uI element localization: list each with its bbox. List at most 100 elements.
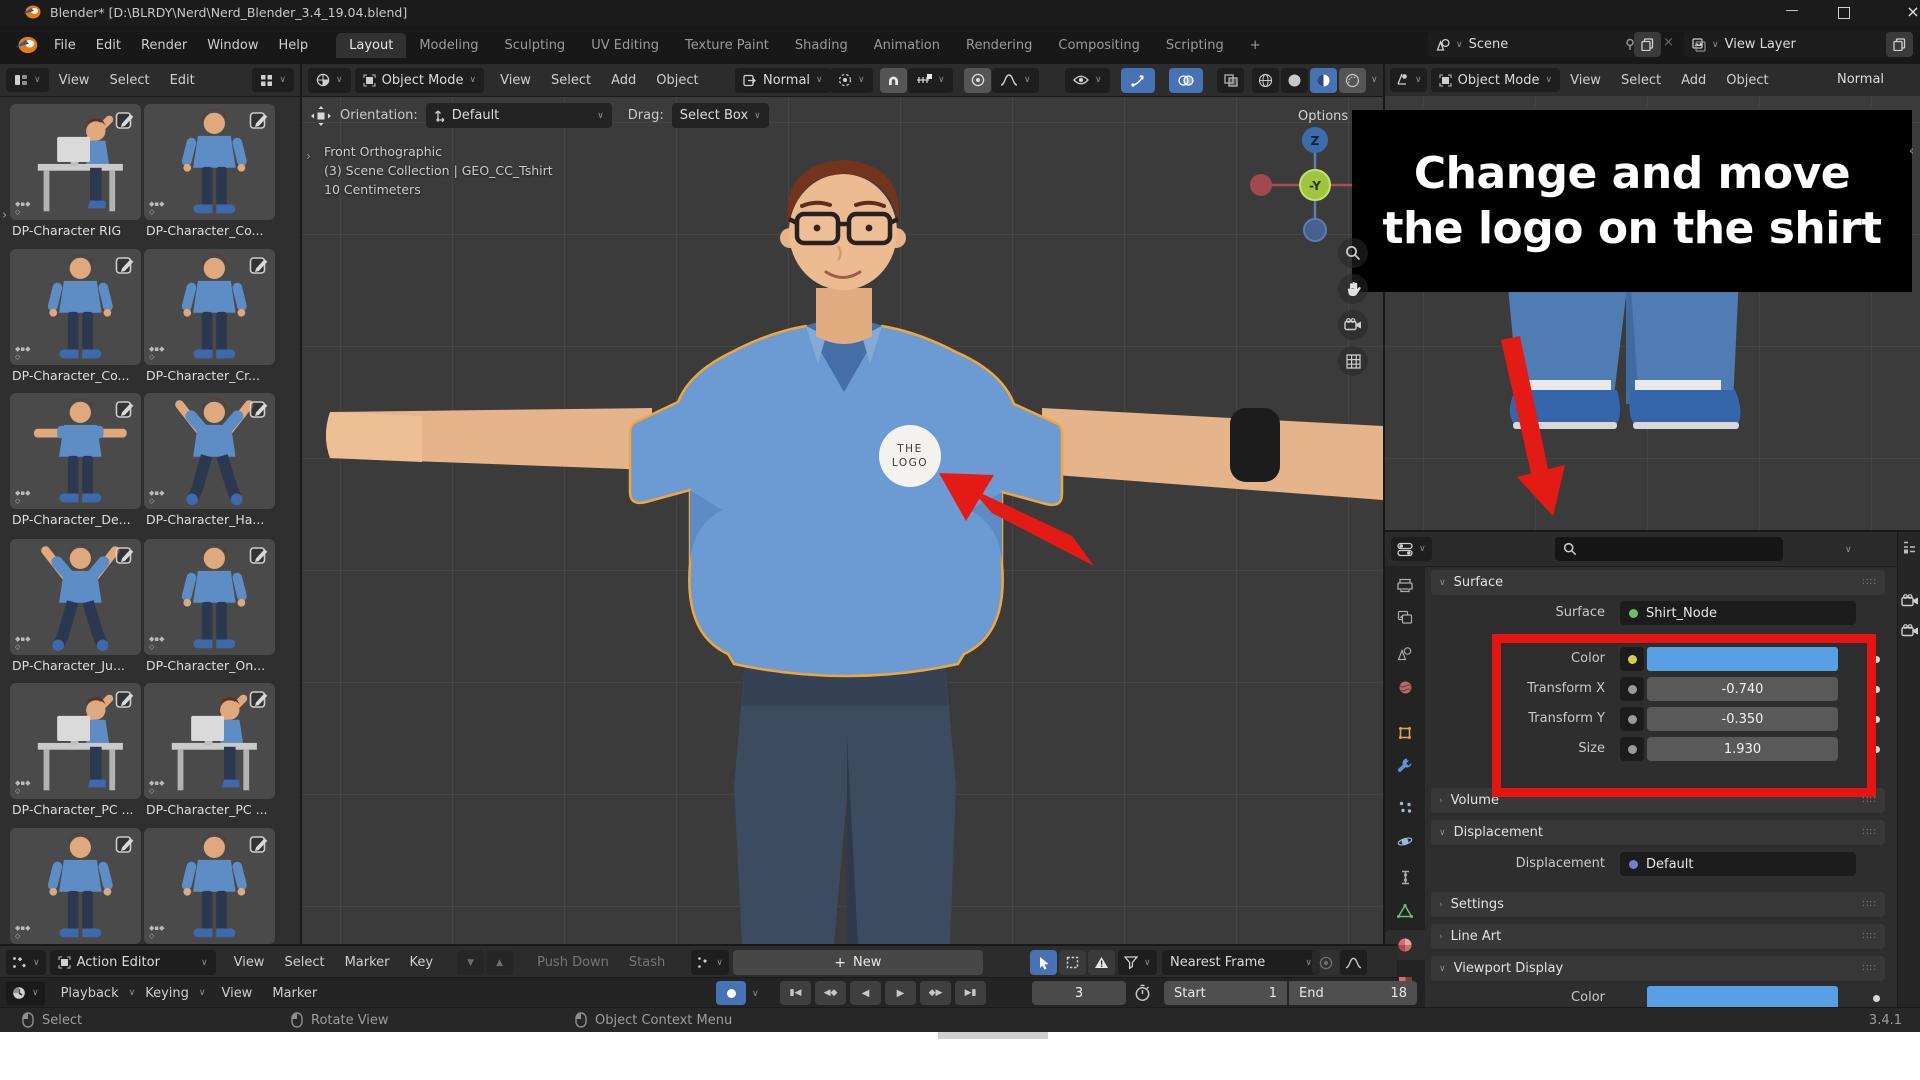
- chevron-down-icon[interactable]: ∨: [752, 989, 759, 999]
- shading-wireframe-button[interactable]: [1252, 68, 1279, 93]
- menu-file[interactable]: File: [44, 38, 86, 53]
- jump-to-end-button[interactable]: ▶▮: [955, 981, 986, 1005]
- dopesheet-menu-view[interactable]: View: [224, 955, 275, 970]
- playback-menu[interactable]: Playback: [51, 986, 129, 1001]
- viewport2-menu-view[interactable]: View: [1560, 73, 1611, 88]
- orientation-default-dropdown[interactable]: Default ∨: [426, 103, 612, 128]
- asset-thumbnail[interactable]: ◆▪◆◇: [144, 828, 275, 944]
- gizmos-toggle[interactable]: [1121, 68, 1155, 93]
- select-tool-button[interactable]: [1030, 950, 1057, 975]
- editor-type-button[interactable]: ∨: [6, 68, 49, 92]
- overlays-toggle[interactable]: [1169, 68, 1203, 93]
- section-grip[interactable]: ∷∷: [1862, 963, 1877, 974]
- section-grip[interactable]: ∷∷: [1862, 899, 1877, 910]
- close-button[interactable]: ×: [1898, 2, 1920, 21]
- viewport-menu-view[interactable]: View: [490, 73, 541, 88]
- next-keyframe-button[interactable]: ◆▶: [920, 981, 951, 1005]
- viewport-menu-select[interactable]: Select: [541, 73, 601, 88]
- editor-type-button[interactable]: ∨: [308, 68, 351, 93]
- tab-object-properties[interactable]: [1385, 718, 1425, 748]
- view-layer-new-button[interactable]: [1886, 32, 1913, 57]
- outliner-icon[interactable]: [1902, 540, 1917, 554]
- editor-type-button[interactable]: ∨: [1391, 537, 1432, 561]
- character-model[interactable]: THE LOGO: [302, 96, 1383, 944]
- display-mode-button[interactable]: ∨: [252, 68, 294, 92]
- size-slider[interactable]: 1.930: [1647, 737, 1838, 761]
- drag-mode-dropdown[interactable]: Select Box ∨: [672, 103, 769, 128]
- scene-selector[interactable]: ∨ Scene: [1428, 32, 1644, 57]
- visibility-dropdown[interactable]: ∨: [1065, 68, 1110, 93]
- timeline-menu-view[interactable]: View: [211, 986, 262, 1001]
- transform-x-socket[interactable]: [1620, 677, 1644, 701]
- menu-window[interactable]: Window: [197, 38, 268, 53]
- dopesheet-menu-key[interactable]: Key: [400, 955, 444, 970]
- section-grip[interactable]: ∷∷: [1862, 931, 1877, 942]
- tab-scripting[interactable]: Scripting: [1153, 33, 1237, 58]
- tab-view-layer-properties[interactable]: [1385, 602, 1425, 632]
- viewport-menu-object[interactable]: Object: [646, 73, 708, 88]
- sidebar-collapse-arrow[interactable]: ‹: [1909, 144, 1914, 159]
- xray-toggle[interactable]: [1217, 68, 1244, 93]
- tab-constraint-properties[interactable]: [1385, 862, 1425, 892]
- view-layer-selector[interactable]: ∨ View Layer: [1684, 32, 1896, 57]
- tab-compositing[interactable]: Compositing: [1045, 33, 1153, 58]
- asset-thumbnail[interactable]: ◆▪◆◇: [144, 104, 275, 220]
- edit-asset-icon[interactable]: [114, 833, 136, 855]
- section-displacement[interactable]: ∨ Displacement ∷∷: [1431, 820, 1885, 845]
- tab-rendering[interactable]: Rendering: [953, 33, 1045, 58]
- animate-dot[interactable]: [1873, 995, 1880, 1002]
- vd-color-swatch[interactable]: [1647, 986, 1838, 1009]
- edit-asset-icon[interactable]: [248, 109, 270, 131]
- asset-thumbnail[interactable]: ◆▪◆◇: [10, 828, 141, 944]
- stash-button[interactable]: Stash: [619, 955, 675, 970]
- section-grip[interactable]: ∷∷: [1862, 577, 1877, 588]
- play-reverse-button[interactable]: ◀: [850, 981, 881, 1005]
- shading-solid-button[interactable]: [1281, 68, 1308, 93]
- action-id-button[interactable]: ∨: [691, 950, 729, 975]
- edit-asset-icon[interactable]: [248, 254, 270, 276]
- section-surface[interactable]: ∨ Surface ∷∷: [1431, 570, 1885, 595]
- zoom-tool-icon[interactable]: [1338, 238, 1368, 268]
- tab-scene-properties[interactable]: [1385, 638, 1425, 668]
- auto-key-toggle[interactable]: [716, 981, 746, 1005]
- tab-uv-editing[interactable]: UV Editing: [578, 33, 672, 58]
- asset-menu-select[interactable]: Select: [99, 73, 159, 88]
- proportional-falloff-dropdown[interactable]: ∨: [992, 68, 1039, 93]
- transform-orientation-dropdown[interactable]: Normal ∨: [735, 68, 831, 93]
- viewport2-menu-add[interactable]: Add: [1671, 73, 1716, 88]
- asset-thumbnail[interactable]: ◆▪◆◇: [144, 393, 275, 509]
- asset-thumbnail[interactable]: ◆▪◆◇: [10, 539, 141, 655]
- blender-logo-icon[interactable]: [14, 35, 38, 55]
- pan-tool-icon[interactable]: [1338, 274, 1368, 304]
- tab-modifier-properties[interactable]: [1385, 750, 1425, 780]
- viewport-menu-add[interactable]: Add: [601, 73, 646, 88]
- section-viewport-display[interactable]: ∨ Viewport Display ∷∷: [1431, 956, 1885, 981]
- prev-keyframe-button[interactable]: ◀◆: [815, 981, 846, 1005]
- edit-asset-icon[interactable]: [248, 398, 270, 420]
- animate-dot[interactable]: [1873, 686, 1880, 693]
- maximize-button[interactable]: [1838, 7, 1850, 23]
- tab-sculpting[interactable]: Sculpting: [491, 33, 578, 58]
- size-socket[interactable]: [1620, 737, 1644, 761]
- stopwatch-icon[interactable]: [1134, 984, 1151, 1002]
- edit-asset-icon[interactable]: [248, 833, 270, 855]
- jump-to-start-button[interactable]: ▮◀: [780, 981, 811, 1005]
- edit-asset-icon[interactable]: [114, 109, 136, 131]
- viewport2-menu-select[interactable]: Select: [1611, 73, 1671, 88]
- surface-node-dropdown[interactable]: Shirt_Node: [1620, 601, 1856, 625]
- editor-type-button[interactable]: ∨: [6, 950, 46, 975]
- add-workspace-button[interactable]: +: [1237, 33, 1274, 58]
- camera-view-icon[interactable]: [1338, 310, 1368, 340]
- keying-menu[interactable]: Keying: [135, 986, 199, 1001]
- start-frame-field[interactable]: Start 1: [1164, 981, 1287, 1005]
- mode-dropdown[interactable]: Object Mode ∨: [1431, 68, 1561, 92]
- asset-thumbnail[interactable]: ◆▪◆◇: [144, 539, 275, 655]
- tab-layout[interactable]: Layout: [336, 33, 406, 58]
- dopesheet-menu-marker[interactable]: Marker: [335, 955, 400, 970]
- box-select-tool-button[interactable]: [1059, 950, 1086, 975]
- asset-thumbnail[interactable]: ◆▪◆◇: [10, 683, 141, 799]
- tab-texture-paint[interactable]: Texture Paint: [672, 33, 782, 58]
- scene-new-button[interactable]: [1634, 32, 1661, 57]
- snap-mode-dropdown[interactable]: Nearest Frame ∨: [1162, 950, 1320, 975]
- current-frame-field[interactable]: 3: [1032, 981, 1126, 1005]
